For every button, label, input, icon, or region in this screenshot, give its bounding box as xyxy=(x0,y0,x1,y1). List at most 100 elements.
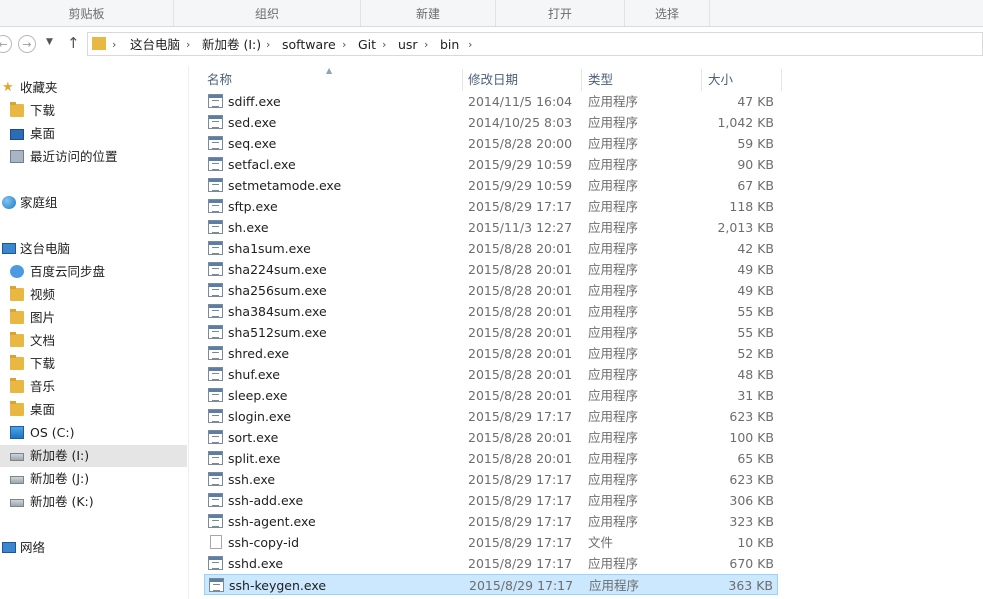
file-row[interactable]: sha224sum.exe 2015/8/28 20:01 应用程序 49 KB xyxy=(204,259,778,280)
application-icon xyxy=(208,367,223,381)
sort-ascending-icon: ▲ xyxy=(326,66,333,75)
ribbon-group-clipboard[interactable]: 剪贴板 xyxy=(0,0,174,26)
file-row[interactable]: sort.exe 2015/8/28 20:01 应用程序 100 KB xyxy=(204,427,778,448)
chevron-right-icon[interactable]: › xyxy=(382,37,386,53)
file-name: shuf.exe xyxy=(228,367,280,382)
file-row[interactable]: sftp.exe 2015/8/29 17:17 应用程序 118 KB xyxy=(204,196,778,217)
sidebar-item-network[interactable]: 网络 xyxy=(0,537,187,559)
column-header-name[interactable]: 名称 xyxy=(207,69,232,91)
column-divider[interactable] xyxy=(581,69,582,91)
file-row[interactable]: split.exe 2015/8/28 20:01 应用程序 65 KB xyxy=(204,448,778,469)
file-size: 52 KB xyxy=(737,346,774,361)
file-date: 2015/9/29 10:59 xyxy=(468,178,573,193)
file-row[interactable]: setmetamode.exe 2015/9/29 10:59 应用程序 67 KB xyxy=(204,175,778,196)
sidebar-item-pictures[interactable]: 图片 xyxy=(0,307,187,329)
file-row[interactable]: sha1sum.exe 2015/8/28 20:01 应用程序 42 KB xyxy=(204,238,778,259)
file-row[interactable]: ssh-copy-id 2015/8/29 17:17 文件 10 KB xyxy=(204,532,778,553)
sidebar-item-downloads-pc[interactable]: 下载 xyxy=(0,353,187,375)
chevron-right-icon[interactable]: › xyxy=(468,37,472,53)
address-bar[interactable]: › 这台电脑 › 新加卷 (I:) › software › Git › usr… xyxy=(87,32,983,56)
sidebar-item-label: 视频 xyxy=(30,287,56,302)
file-row[interactable]: setfacl.exe 2015/9/29 10:59 应用程序 90 KB xyxy=(204,154,778,175)
file-row[interactable]: ssh-agent.exe 2015/8/29 17:17 应用程序 323 KB xyxy=(204,511,778,532)
breadcrumb-git[interactable]: Git xyxy=(358,37,376,53)
sidebar-item-drive-c[interactable]: OS (C:) xyxy=(0,422,187,444)
file-row[interactable]: sleep.exe 2015/8/28 20:01 应用程序 31 KB xyxy=(204,385,778,406)
file-row[interactable]: shuf.exe 2015/8/28 20:01 应用程序 48 KB xyxy=(204,364,778,385)
sidebar-item-drive-i[interactable]: 新加卷 (I:) xyxy=(0,445,187,467)
star-icon: ★ xyxy=(2,80,14,95)
file-size: 55 KB xyxy=(737,304,774,319)
file-row[interactable]: sshd.exe 2015/8/29 17:17 应用程序 670 KB xyxy=(204,553,778,574)
column-header-size[interactable]: 大小 xyxy=(708,69,733,91)
column-divider[interactable] xyxy=(462,69,463,91)
breadcrumb-this-pc[interactable]: 这台电脑 xyxy=(130,37,180,53)
file-row[interactable]: seq.exe 2015/8/28 20:00 应用程序 59 KB xyxy=(204,133,778,154)
file-type: 应用程序 xyxy=(588,367,639,382)
file-name: split.exe xyxy=(228,451,281,466)
back-button[interactable]: ← xyxy=(0,35,12,53)
sidebar-item-this-pc[interactable]: 这台电脑 xyxy=(0,238,187,260)
sidebar-item-drive-k[interactable]: 新加卷 (K:) xyxy=(0,491,187,513)
sidebar-item-documents[interactable]: 文档 xyxy=(0,330,187,352)
file-row[interactable]: sh.exe 2015/11/3 12:27 应用程序 2,013 KB xyxy=(204,217,778,238)
sidebar-item-downloads[interactable]: 下载 xyxy=(0,100,187,122)
column-divider[interactable] xyxy=(781,69,782,91)
file-size: 59 KB xyxy=(737,136,774,151)
forward-button[interactable]: → xyxy=(18,35,36,53)
sidebar-item-desktop-pc[interactable]: 桌面 xyxy=(0,399,187,421)
sidebar-item-baidu-sync[interactable]: 百度云同步盘 xyxy=(0,261,187,283)
application-icon xyxy=(208,514,223,528)
up-arrow-icon[interactable]: ↑ xyxy=(67,34,80,52)
chevron-right-icon[interactable]: › xyxy=(342,37,346,53)
file-type: 应用程序 xyxy=(588,430,639,445)
file-date: 2015/8/28 20:01 xyxy=(468,283,573,298)
recent-locations-chevron-icon[interactable]: ▼ xyxy=(46,37,53,47)
breadcrumb-drive-i[interactable]: 新加卷 (I:) xyxy=(202,37,261,53)
file-row[interactable]: sha512sum.exe 2015/8/28 20:01 应用程序 55 KB xyxy=(204,322,778,343)
file-row[interactable]: ssh.exe 2015/8/29 17:17 应用程序 623 KB xyxy=(204,469,778,490)
file-name: setmetamode.exe xyxy=(228,178,342,193)
file-size: 306 KB xyxy=(729,493,774,508)
column-header-type[interactable]: 类型 xyxy=(588,69,613,91)
sidebar-item-recent-places[interactable]: 最近访问的位置 xyxy=(0,146,187,168)
file-date: 2015/8/28 20:01 xyxy=(468,262,573,277)
pictures-folder-icon xyxy=(10,309,24,324)
ribbon-group-open[interactable]: 打开 xyxy=(496,0,625,26)
breadcrumb-software[interactable]: software xyxy=(282,37,336,53)
sidebar-item-label: OS (C:) xyxy=(30,425,75,440)
desktop-folder-icon xyxy=(10,401,24,416)
chevron-right-icon[interactable]: › xyxy=(186,37,190,53)
column-divider[interactable] xyxy=(701,69,702,91)
application-icon xyxy=(208,199,223,213)
file-row[interactable]: slogin.exe 2015/8/29 17:17 应用程序 623 KB xyxy=(204,406,778,427)
chevron-right-icon[interactable]: › xyxy=(112,37,116,53)
column-header-date[interactable]: 修改日期 xyxy=(468,69,518,91)
file-row[interactable]: ssh-add.exe 2015/8/29 17:17 应用程序 306 KB xyxy=(204,490,778,511)
application-icon xyxy=(208,283,223,297)
sidebar-item-desktop[interactable]: 桌面 xyxy=(0,123,187,145)
file-row[interactable]: sha384sum.exe 2015/8/28 20:01 应用程序 55 KB xyxy=(204,301,778,322)
ribbon-group-organize[interactable]: 组织 xyxy=(174,0,361,26)
breadcrumb-usr[interactable]: usr xyxy=(398,37,418,53)
ribbon-group-select[interactable]: 选择 xyxy=(625,0,710,26)
sidebar-item-videos[interactable]: 视频 xyxy=(0,284,187,306)
breadcrumb-bin[interactable]: bin xyxy=(440,37,459,53)
application-icon xyxy=(208,304,223,318)
sidebar-item-music[interactable]: 音乐 xyxy=(0,376,187,398)
file-name: shred.exe xyxy=(228,346,290,361)
file-row[interactable]: sha256sum.exe 2015/8/28 20:01 应用程序 49 KB xyxy=(204,280,778,301)
sidebar-item-drive-j[interactable]: 新加卷 (J:) xyxy=(0,468,187,490)
file-name: sort.exe xyxy=(228,430,279,445)
chevron-right-icon[interactable]: › xyxy=(266,37,270,53)
sidebar-item-label: 下载 xyxy=(30,356,56,371)
chevron-right-icon[interactable]: › xyxy=(424,37,428,53)
file-type: 应用程序 xyxy=(588,220,639,235)
file-row[interactable]: sed.exe 2014/10/25 8:03 应用程序 1,042 KB xyxy=(204,112,778,133)
ribbon-group-new[interactable]: 新建 xyxy=(361,0,496,26)
file-row[interactable]: shred.exe 2015/8/28 20:01 应用程序 52 KB xyxy=(204,343,778,364)
file-row[interactable]: ssh-keygen.exe 2015/8/29 17:17 应用程序 363 KB xyxy=(204,574,778,595)
file-row[interactable]: sdiff.exe 2014/11/5 16:04 应用程序 47 KB xyxy=(204,91,778,112)
sidebar-item-homegroup[interactable]: 家庭组 xyxy=(0,192,187,214)
computer-icon xyxy=(2,243,16,254)
